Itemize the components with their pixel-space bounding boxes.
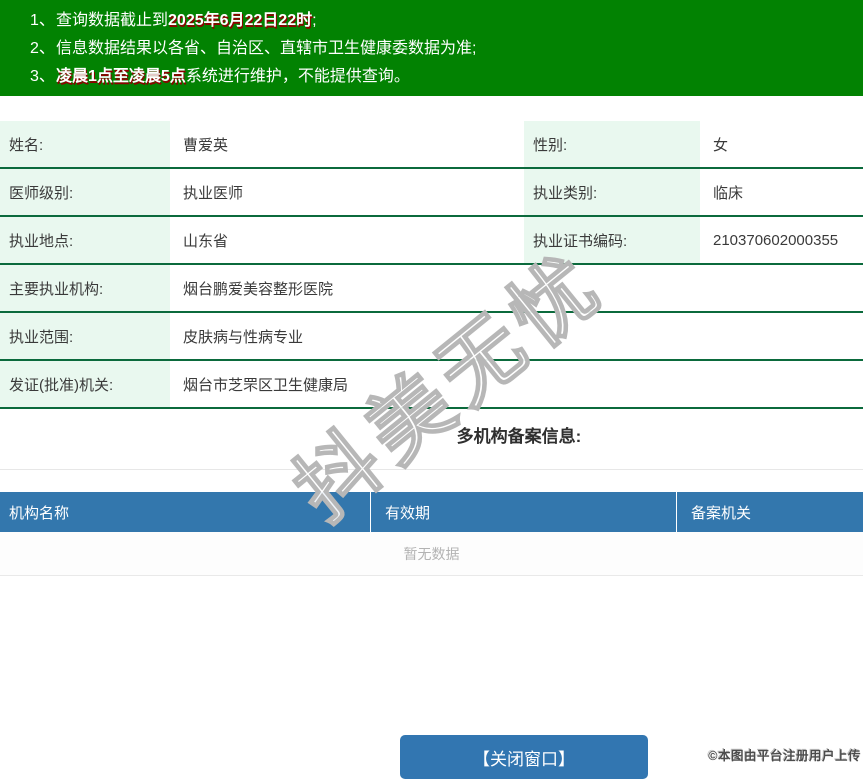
field-value-doctor-level: 执业医师 bbox=[183, 184, 244, 202]
notice-item-1: 1、查询数据截止到2025年6月22日22时; bbox=[30, 7, 863, 35]
notice-number: 3、 bbox=[30, 68, 55, 85]
notice-highlight: 2025年6月22日22时 bbox=[168, 12, 313, 29]
org-header-institution-name: 机构名称 bbox=[0, 492, 371, 532]
notice-text: 信息数据结果以各省、自治区、直辖市卫生健康委数据为准; bbox=[56, 40, 477, 57]
org-table-empty-state: 暂无数据 bbox=[0, 532, 863, 576]
field-label-gender: 性别: bbox=[524, 121, 700, 167]
doctor-info-table: 姓名: 曹爱英 性别: 女 医师级别: 执业医师 执业类别: 临床 执业地点: … bbox=[0, 121, 863, 409]
notice-item-3: 3、凌晨1点至凌晨5点系统进行维护，不能提供查询。 bbox=[30, 63, 863, 91]
field-label-main-institution: 主要执业机构: bbox=[0, 265, 170, 311]
field-label-doctor-level: 医师级别: bbox=[0, 169, 170, 215]
field-value-practice-location: 山东省 bbox=[183, 232, 229, 250]
field-value-issuing-authority: 烟台市芝罘区卫生健康局 bbox=[183, 376, 349, 394]
field-label-practice-location: 执业地点: bbox=[0, 217, 170, 263]
close-window-button[interactable]: 【关闭窗口】 bbox=[400, 735, 648, 779]
field-value-name: 曹爱英 bbox=[183, 136, 229, 154]
notice-number: 2、 bbox=[30, 40, 55, 57]
field-value-practice-scope: 皮肤病与性病专业 bbox=[183, 328, 304, 346]
org-header-validity-period: 有效期 bbox=[371, 492, 677, 532]
table-row: 发证(批准)机关: 烟台市芝罘区卫生健康局 bbox=[0, 361, 863, 409]
notice-highlight: 凌晨1点至凌晨5点 bbox=[56, 68, 186, 85]
copyright-watermark: ©本图由平台注册用户上传 bbox=[708, 749, 861, 763]
org-header-filing-authority: 备案机关 bbox=[691, 504, 752, 522]
field-label-issuing-authority: 发证(批准)机关: bbox=[0, 361, 170, 407]
notice-banner: 1、查询数据截止到2025年6月22日22时; 2、信息数据结果以各省、自治区、… bbox=[0, 0, 863, 96]
notice-text: 查询数据截止到 bbox=[56, 12, 169, 29]
field-label-name: 姓名: bbox=[0, 121, 170, 167]
table-row: 主要执业机构: 烟台鹏爱美容整形医院 bbox=[0, 265, 863, 313]
field-value-practice-category: 临床 bbox=[713, 184, 744, 202]
field-label-certificate-number: 执业证书编码: bbox=[524, 217, 700, 263]
notice-item-2: 2、信息数据结果以各省、自治区、直辖市卫生健康委数据为准; bbox=[30, 35, 863, 63]
notice-text: ; bbox=[312, 12, 317, 29]
table-row: 执业地点: 山东省 执业证书编码: 210370602000355 bbox=[0, 217, 863, 265]
notice-number: 1、 bbox=[30, 12, 55, 29]
table-row: 医师级别: 执业医师 执业类别: 临床 bbox=[0, 169, 863, 217]
section-divider bbox=[0, 469, 863, 470]
org-table-header: 机构名称 有效期 备案机关 bbox=[0, 492, 863, 532]
field-value-gender: 女 bbox=[713, 136, 729, 154]
notice-text: 系统进行维护，不能提供查询。 bbox=[185, 68, 410, 85]
multi-org-section-title: 多机构备案信息: bbox=[456, 427, 582, 446]
field-value-certificate-number: 210370602000355 bbox=[713, 231, 839, 249]
field-label-practice-category: 执业类别: bbox=[524, 169, 700, 215]
table-row: 执业范围: 皮肤病与性病专业 bbox=[0, 313, 863, 361]
field-label-practice-scope: 执业范围: bbox=[0, 313, 170, 359]
field-value-main-institution: 烟台鹏爱美容整形医院 bbox=[183, 280, 334, 298]
table-row: 姓名: 曹爱英 性别: 女 bbox=[0, 121, 863, 169]
